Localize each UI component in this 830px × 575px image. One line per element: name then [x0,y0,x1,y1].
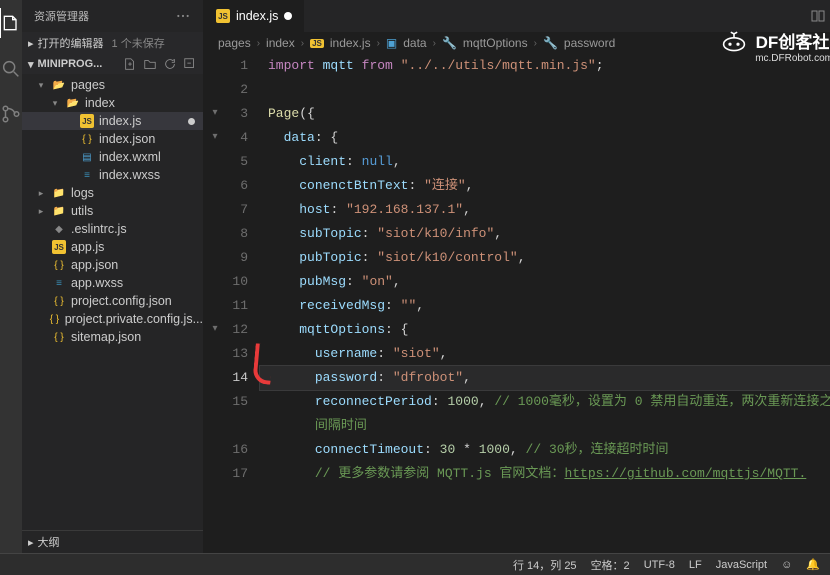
status-encoding[interactable]: UTF-8 [644,559,675,571]
tree-item-app-wxss[interactable]: ≡app.wxss [22,274,203,292]
js-icon: JS [216,9,230,23]
activity-scm[interactable] [0,103,22,128]
property-icon: 🔧 [442,36,457,50]
tree-item-index-json[interactable]: { }index.json [22,130,203,148]
status-feedback-icon[interactable]: ☺ [781,559,792,571]
status-bar: 行 14，列 25 空格：2 UTF-8 LF JavaScript ☺ 🔔 [0,553,830,575]
tree-item-logs[interactable]: ▸📁logs [22,184,203,202]
breadcrumb[interactable]: pages› index› JS index.js› ▣ data› 🔧 mqt… [204,32,830,54]
tree-item-pages[interactable]: ▾📂pages [22,76,203,94]
property-icon: 🔧 [543,36,558,50]
collapse-icon[interactable] [183,57,197,71]
project-header[interactable]: ▾ MINIPROG... [22,54,203,74]
status-bell-icon[interactable]: 🔔 [806,558,820,571]
status-position[interactable]: 行 14，列 25 [513,557,577,573]
new-file-icon[interactable] [123,57,137,71]
open-editors-header[interactable]: ▸ 打开的编辑器 1 个未保存 [22,32,203,54]
editor-tabs: JS index.js [204,0,830,32]
tree-item-index-wxss[interactable]: ≡index.wxss [22,166,203,184]
activity-search[interactable] [0,58,22,83]
editor-area: JS index.js pages› index› JS index.js› ▣… [204,0,830,553]
tree-item-index[interactable]: ▾📂index [22,94,203,112]
js-icon: JS [310,39,324,48]
status-lang[interactable]: JavaScript [716,559,767,571]
compare-icon[interactable] [810,8,826,24]
more-icon[interactable] [175,8,191,24]
outline-header[interactable]: ▸ 大纲 [22,530,203,553]
chevron-right-icon: ▸ [28,536,34,549]
status-spaces[interactable]: 空格：2 [591,557,630,573]
tree-item-project-private-config-js-[interactable]: { }project.private.config.js... [22,310,203,328]
modified-dot-icon [284,12,292,20]
refresh-icon[interactable] [163,57,177,71]
tree-item-index-wxml[interactable]: ▤index.wxml [22,148,203,166]
activity-bar [0,0,22,553]
code-editor[interactable]: ▾▾▾ 1234567891011121314151617 import mqt… [204,54,830,553]
object-icon: ▣ [386,36,397,50]
tree-item-sitemap-json[interactable]: { }sitemap.json [22,328,203,346]
tree-item-app-js[interactable]: JSapp.js [22,238,203,256]
status-eol[interactable]: LF [689,559,702,571]
new-folder-icon[interactable] [143,57,157,71]
tree-item-utils[interactable]: ▸📁utils [22,202,203,220]
chevron-right-icon: ▸ [28,37,34,50]
activity-files[interactable] [0,8,21,38]
tree-item-app-json[interactable]: { }app.json [22,256,203,274]
tree-item--eslintrc-js[interactable]: ◆.eslintrc.js [22,220,203,238]
tree-item-project-config-json[interactable]: { }project.config.json [22,292,203,310]
tab-index-js[interactable]: JS index.js [204,0,305,32]
file-tree: ▾📂pages▾📂indexJSindex.js{ }index.json▤in… [22,74,203,530]
tree-item-index-js[interactable]: JSindex.js [22,112,203,130]
explorer-sidebar: 资源管理器 ▸ 打开的编辑器 1 个未保存 ▾ MINIPROG... ▾📂pa… [22,0,204,553]
explorer-title: 资源管理器 [34,8,89,24]
chevron-down-icon: ▾ [28,58,34,71]
